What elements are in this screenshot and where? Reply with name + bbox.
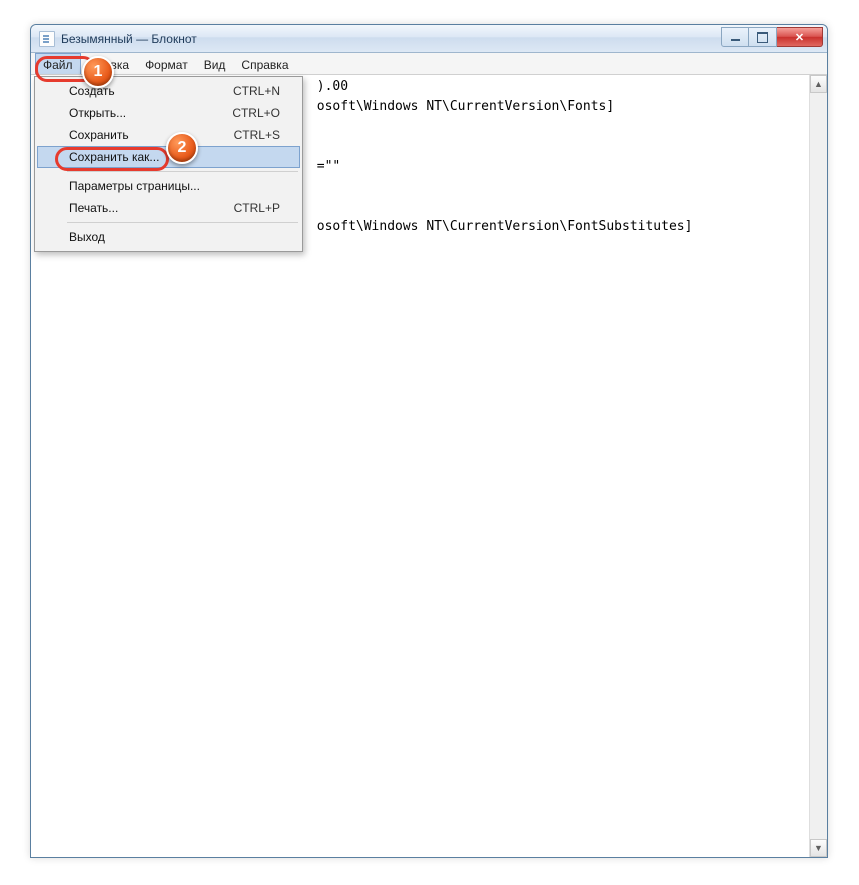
callout-marker-2: 2	[166, 132, 198, 164]
window-title: Безымянный — Блокнот	[61, 32, 197, 46]
menu-file[interactable]: Файл	[35, 53, 81, 74]
menu-bar: Файл Правка Формат Вид Справка	[31, 53, 827, 75]
menu-item-печать[interactable]: Печать...CTRL+P	[37, 197, 300, 219]
menu-item-выход[interactable]: Выход	[37, 226, 300, 248]
menu-item-label: Выход	[69, 230, 280, 244]
menu-item-shortcut: CTRL+P	[234, 201, 280, 215]
menu-item-открыть[interactable]: Открыть...CTRL+O	[37, 102, 300, 124]
maximize-button[interactable]	[749, 27, 777, 47]
menu-item-создать[interactable]: СоздатьCTRL+N	[37, 80, 300, 102]
vertical-scrollbar[interactable]: ▲ ▼	[809, 75, 827, 857]
menu-item-shortcut: CTRL+S	[234, 128, 280, 142]
scroll-down-button[interactable]: ▼	[810, 839, 827, 857]
window-controls	[721, 27, 823, 47]
menu-separator	[67, 222, 298, 223]
menu-item-label: Параметры страницы...	[69, 179, 280, 193]
menu-item-label: Сохранить	[69, 128, 234, 142]
menu-item-параметры-страницы[interactable]: Параметры страницы...	[37, 175, 300, 197]
close-button[interactable]	[777, 27, 823, 47]
menu-item-label: Открыть...	[69, 106, 232, 120]
file-menu-dropdown: СоздатьCTRL+NОткрыть...CTRL+OСохранитьCT…	[34, 76, 303, 252]
app-icon	[39, 31, 55, 47]
title-bar[interactable]: Безымянный — Блокнот	[31, 25, 827, 53]
menu-format[interactable]: Формат	[137, 53, 196, 74]
menu-item-label: Печать...	[69, 201, 234, 215]
menu-separator	[67, 171, 298, 172]
menu-help[interactable]: Справка	[233, 53, 296, 74]
scroll-up-button[interactable]: ▲	[810, 75, 827, 93]
menu-item-shortcut: CTRL+O	[232, 106, 280, 120]
callout-marker-1: 1	[82, 56, 114, 88]
menu-item-shortcut: CTRL+N	[233, 84, 280, 98]
menu-view[interactable]: Вид	[196, 53, 234, 74]
minimize-button[interactable]	[721, 27, 749, 47]
